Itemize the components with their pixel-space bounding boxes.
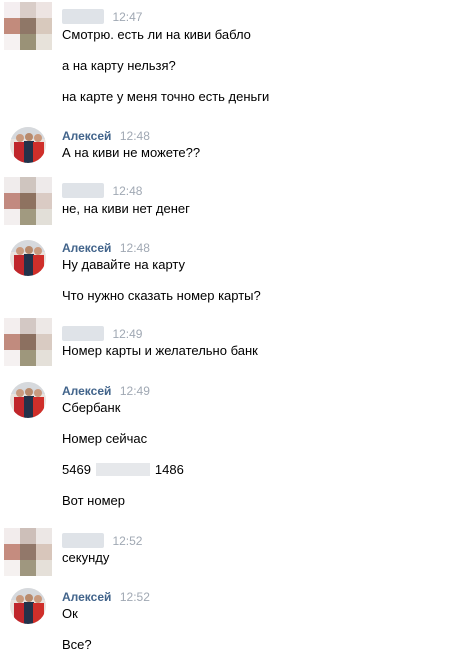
message-time: 12:49 (112, 326, 143, 341)
message-text: Сбербанк (62, 400, 121, 415)
message-header: Алексей 12:49 (62, 382, 150, 400)
avatar-photo-icon (10, 240, 46, 276)
message-text: Вот номер (62, 493, 125, 508)
message-text: Смотрю. есть ли на киви бабло (62, 27, 251, 42)
avatar-photo-icon (10, 127, 46, 163)
sender-name-redacted (62, 533, 104, 549)
sender-name-redacted (62, 183, 104, 199)
message-header: Алексей 12:52 (62, 588, 150, 606)
sender-name[interactable]: Алексей (62, 590, 111, 604)
message-time: 12:47 (112, 9, 143, 24)
message-time: 12:52 (119, 589, 150, 604)
sender-name[interactable]: Алексей (62, 384, 111, 398)
message-header: 12:47 (62, 8, 142, 26)
card-number-prefix: 5469 (62, 462, 91, 477)
avatar-photo-icon (10, 382, 46, 418)
message-header: 12:49 (62, 325, 142, 343)
sender-name-redacted (62, 9, 104, 25)
message-header: 12:48 (62, 182, 142, 200)
card-number-redacted (95, 463, 150, 476)
sender-name[interactable]: Алексей (62, 241, 111, 255)
sender-name[interactable]: Алексей (62, 129, 111, 143)
message-time: 12:49 (119, 383, 150, 398)
message-header: Алексей 12:48 (62, 239, 150, 257)
avatar[interactable] (10, 240, 46, 276)
card-number-line: 5469 1486 (62, 462, 184, 478)
message-text: Номер карты и желательно банк (62, 343, 258, 358)
message-text: на карте у меня точно есть деньги (62, 89, 270, 104)
message-time: 12:48 (112, 183, 143, 198)
sender-name-redacted (62, 326, 104, 342)
message-text: секунду (62, 550, 110, 565)
avatar[interactable] (10, 382, 46, 418)
message-text: Что нужно сказать номер карты? (62, 288, 261, 303)
avatar-pixelated[interactable] (4, 2, 52, 50)
avatar-photo-icon (10, 588, 46, 624)
message-time: 12:52 (112, 533, 143, 548)
avatar[interactable] (10, 588, 46, 624)
message-time: 12:48 (119, 240, 150, 255)
message-header: 12:52 (62, 532, 142, 550)
message-text: Номер сейчас (62, 431, 148, 446)
message-text: А на киви не можете?? (62, 145, 201, 160)
message-text: а на карту нельзя? (62, 58, 176, 73)
message-text: Ну давайте на карту (62, 257, 185, 272)
message-text: Все? (62, 637, 92, 652)
message-text: не, на киви нет денег (62, 201, 190, 216)
message-text: Ок (62, 606, 78, 621)
message-header: Алексей 12:48 (62, 127, 150, 145)
avatar-pixelated[interactable] (4, 318, 52, 366)
avatar[interactable] (10, 127, 46, 163)
avatar-pixelated[interactable] (4, 177, 52, 225)
avatar-pixelated[interactable] (4, 528, 52, 576)
card-number-suffix: 1486 (154, 462, 184, 477)
message-time: 12:48 (119, 128, 150, 143)
